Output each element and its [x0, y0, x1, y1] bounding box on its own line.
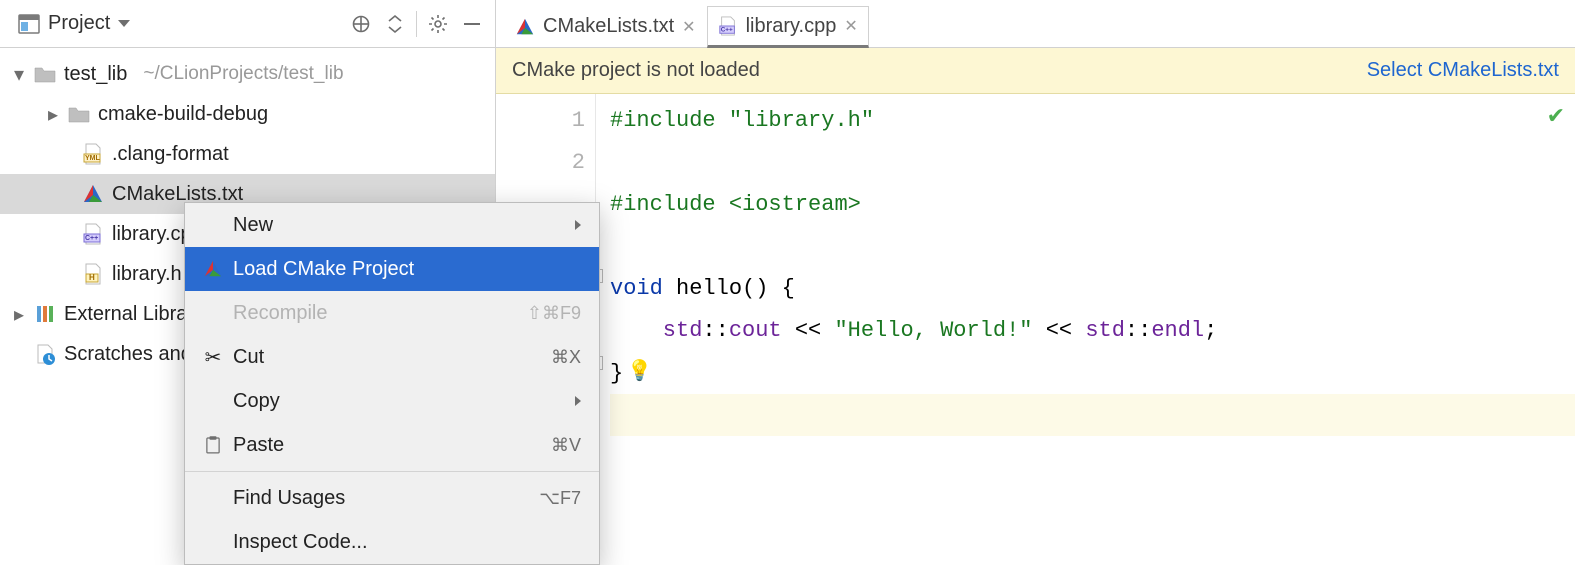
chevron-right-icon [575, 396, 581, 406]
code-line [610, 394, 1575, 436]
svg-text:YML: YML [85, 155, 101, 162]
cpp-file-icon: C++ [718, 16, 738, 36]
menu-item-new[interactable]: New [185, 203, 599, 247]
tree-root-label: test_lib [64, 63, 127, 86]
yml-file-icon: YML [82, 143, 104, 165]
tree-label: cmake-build-debug [98, 103, 268, 126]
close-icon[interactable]: ✕ [682, 17, 695, 37]
tab-library-cpp[interactable]: C++ library.cpp ✕ [707, 6, 869, 48]
chevron-right-icon[interactable]: ▸ [46, 107, 60, 121]
menu-item-copy[interactable]: Copy [185, 379, 599, 423]
code-line: }💡 [610, 352, 1575, 394]
close-icon[interactable]: ✕ [844, 16, 857, 36]
editor-body: 1 2 − − ✔ #include "library.h" #include … [496, 94, 1575, 562]
editor-pane: CMakeLists.txt ✕ C++ library.cpp ✕ CMake… [496, 0, 1575, 562]
chevron-down-icon [118, 20, 130, 27]
menu-item-inspect-code[interactable]: Inspect Code... [185, 520, 599, 564]
code-line: #include <iostream> [610, 184, 1575, 226]
cmake-file-icon [82, 183, 104, 205]
tree-root[interactable]: ▾ test_lib ~/CLionProjects/test_lib [0, 54, 495, 94]
code-area[interactable]: ✔ #include "library.h" #include <iostrea… [596, 94, 1575, 562]
folder-icon [34, 63, 56, 85]
expand-all-button[interactable] [382, 11, 408, 37]
chevron-right-icon [575, 220, 581, 230]
scissors-icon: ✂ [203, 347, 223, 367]
tree-file[interactable]: YML .clang-format [0, 134, 495, 174]
code-line [610, 226, 1575, 268]
tab-label: library.cpp [746, 15, 837, 38]
h-file-icon: H [82, 263, 104, 285]
folder-icon [68, 103, 90, 125]
select-opened-file-button[interactable] [348, 11, 374, 37]
code-line: void hello() { [610, 268, 1575, 310]
notification-banner: CMake project is not loaded Select CMake… [496, 48, 1575, 94]
cpp-file-icon: C++ [82, 223, 104, 245]
intention-bulb-icon[interactable]: 💡 [627, 352, 652, 394]
clipboard-icon [203, 435, 223, 455]
banner-action-link[interactable]: Select CMakeLists.txt [1367, 59, 1559, 82]
tree-label: library.h [112, 263, 182, 286]
line-number: 2 [496, 142, 585, 184]
sidebar-toolbar: Project [0, 0, 495, 48]
editor-tabs: CMakeLists.txt ✕ C++ library.cpp ✕ [496, 0, 1575, 48]
svg-text:H: H [89, 273, 95, 282]
menu-item-paste[interactable]: Paste ⌘V [185, 423, 599, 467]
tab-label: CMakeLists.txt [543, 15, 674, 38]
tree-root-path: ~/CLionProjects/test_lib [143, 63, 343, 85]
banner-message: CMake project is not loaded [512, 59, 1367, 82]
cmake-file-icon [515, 17, 535, 37]
hide-button[interactable] [459, 11, 485, 37]
menu-separator [185, 471, 599, 472]
menu-item-cut[interactable]: ✂ Cut ⌘X [185, 335, 599, 379]
settings-button[interactable] [425, 11, 451, 37]
code-line [610, 142, 1575, 184]
tab-cmakelists[interactable]: CMakeLists.txt ✕ [504, 5, 707, 47]
code-line: #include "library.h" [610, 100, 1575, 142]
tree-folder[interactable]: ▸ cmake-build-debug [0, 94, 495, 134]
menu-item-recompile: Recompile ⇧⌘F9 [185, 291, 599, 335]
project-view-selector[interactable]: Project [10, 8, 138, 39]
context-menu: New Load CMake Project Recompile ⇧⌘F9 ✂ … [184, 202, 600, 565]
tree-label: .clang-format [112, 143, 229, 166]
svg-text:C++: C++ [720, 26, 732, 33]
project-view-label: Project [48, 12, 110, 35]
chevron-right-icon[interactable]: ▸ [12, 307, 26, 321]
analysis-ok-icon[interactable]: ✔ [1547, 104, 1565, 130]
menu-item-load-cmake[interactable]: Load CMake Project [185, 247, 599, 291]
chevron-down-icon[interactable]: ▾ [12, 67, 26, 81]
cmake-icon [203, 259, 223, 279]
code-line: std::cout << "Hello, World!" << std::end… [610, 310, 1575, 352]
scratches-icon [34, 343, 56, 365]
menu-item-find-usages[interactable]: Find Usages ⌥F7 [185, 476, 599, 520]
line-number: 1 [496, 100, 585, 142]
svg-text:C++: C++ [85, 235, 98, 242]
project-window-icon [18, 13, 40, 35]
library-icon [34, 303, 56, 325]
